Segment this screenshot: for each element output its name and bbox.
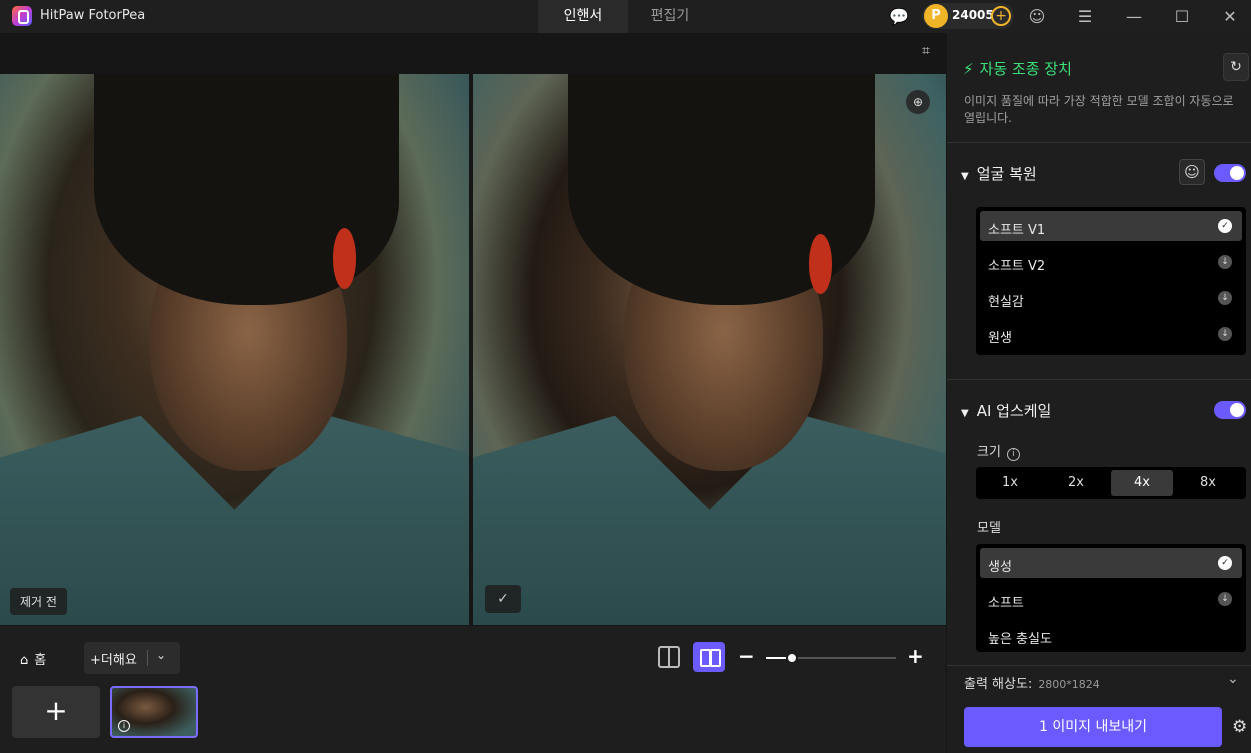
autopilot-title: ⚡ 자동 조종 장치: [963, 60, 1072, 78]
list-item[interactable]: 소프트 ↓: [980, 584, 1242, 614]
download-icon[interactable]: ↓: [1218, 291, 1232, 305]
caret-down-icon: ▼: [961, 171, 969, 182]
bottom-bar: ⌂ 홈 +더해요 ⌄ − + + i: [0, 626, 946, 753]
size-option-4x[interactable]: 4x: [1111, 470, 1173, 496]
side-by-side-view-icon[interactable]: [693, 642, 725, 672]
size-option-2x[interactable]: 2x: [1045, 470, 1107, 496]
size-option-1x[interactable]: 1x: [979, 470, 1041, 496]
check-icon: ✓: [1218, 219, 1232, 233]
autopilot-description: 이미지 품질에 따라 가장 적합한 모델 조합이 자동으로 열립니다.: [964, 94, 1234, 125]
export-button[interactable]: 1 이미지 내보내기: [964, 707, 1222, 747]
maximize-icon[interactable]: ☐: [1171, 6, 1193, 28]
download-icon[interactable]: ↓: [1218, 255, 1232, 269]
app-title: HitPaw FotorPea: [40, 8, 146, 23]
image-thumbnail[interactable]: i: [110, 686, 198, 738]
zoom-in-button[interactable]: +: [907, 644, 924, 668]
home-icon: ⌂: [20, 653, 29, 668]
add-more-button[interactable]: +더해요 ⌄: [84, 642, 180, 674]
face-restore-toggle[interactable]: [1214, 164, 1246, 182]
zoom-in-icon[interactable]: ⊕: [906, 90, 930, 114]
list-item[interactable]: 소프트 V1 ✓: [980, 211, 1242, 241]
gear-icon[interactable]: ⚙: [1232, 717, 1247, 737]
tab-editor[interactable]: 편집기: [628, 0, 712, 33]
zoom-out-button[interactable]: −: [738, 644, 755, 668]
zoom-slider[interactable]: [766, 652, 896, 664]
list-item[interactable]: 생성 ✓: [980, 548, 1242, 578]
add-image-button[interactable]: +: [12, 686, 100, 738]
list-item[interactable]: 소프트 V2 ↓: [980, 247, 1242, 277]
split-view-icon[interactable]: [658, 646, 680, 668]
add-more-label: +더해요: [90, 653, 137, 668]
resolution-value: 2800*1824: [1038, 678, 1100, 691]
list-item[interactable]: 높은 충실도: [980, 620, 1242, 650]
check-icon: ✓: [1218, 556, 1232, 570]
bolt-icon: ⚡: [963, 60, 974, 78]
size-selector: 1x 2x 4x 8x: [976, 467, 1246, 499]
title-bar: HitPaw FotorPea 인핸서 편집기 💬 P 24005 + ☺ ☰ …: [0, 0, 1251, 33]
chevron-down-icon[interactable]: ⌄: [156, 648, 166, 662]
size-option-8x[interactable]: 8x: [1177, 470, 1239, 496]
minimize-icon[interactable]: —: [1123, 6, 1145, 28]
size-label: 크기 i: [977, 441, 1020, 461]
info-icon[interactable]: i: [118, 720, 130, 732]
list-item[interactable]: 원생 ↓: [980, 319, 1242, 349]
home-label: 홈: [34, 653, 47, 668]
after-image: ⊕ ✓: [473, 74, 946, 625]
refresh-button[interactable]: ↻: [1223, 53, 1249, 81]
before-label: 제거 전: [10, 588, 67, 615]
face-model-list: 소프트 V1 ✓ 소프트 V2 ↓ 현실감 ↓ 원생 ↓: [976, 207, 1246, 355]
double-chevron-down-icon[interactable]: ⌄: [1227, 671, 1239, 687]
coin-count: 24005: [952, 8, 994, 22]
before-image: 제거 전: [0, 74, 469, 625]
home-button[interactable]: ⌂ 홈: [20, 649, 46, 668]
face-restore-header[interactable]: ▼ 얼굴 복원: [961, 163, 1037, 184]
output-resolution: 출력 해상도: 2800*1824: [964, 677, 1100, 692]
profile-icon[interactable]: ☺: [1026, 6, 1048, 28]
upscale-model-list: 생성 ✓ 소프트 ↓ 높은 충실도: [976, 544, 1246, 652]
feedback-icon[interactable]: 💬: [888, 6, 910, 28]
coin-icon: P: [924, 4, 948, 28]
app-logo-icon: [12, 6, 32, 26]
download-icon[interactable]: ↓: [1218, 592, 1232, 606]
settings-panel: ⚡ 자동 조종 장치 ↻ 이미지 품질에 따라 가장 적합한 모델 조합이 자동으…: [947, 33, 1251, 753]
menu-icon[interactable]: ☰: [1074, 6, 1096, 28]
list-item[interactable]: 현실감 ↓: [980, 283, 1242, 313]
download-icon[interactable]: ↓: [1218, 327, 1232, 341]
crop-icon[interactable]: ⌗: [917, 43, 935, 61]
face-icon[interactable]: ☺: [1179, 159, 1205, 185]
add-coins-icon[interactable]: +: [991, 6, 1011, 26]
coin-balance[interactable]: P 24005 +: [922, 3, 1014, 29]
zoom-slider-thumb[interactable]: [786, 652, 798, 664]
ai-upscale-toggle[interactable]: [1214, 401, 1246, 419]
close-icon[interactable]: ✕: [1219, 6, 1241, 28]
info-icon[interactable]: i: [1006, 448, 1020, 461]
canvas-area: ⌗ 제거 전 ⊕ ✓: [0, 33, 946, 626]
model-label: 모델: [977, 521, 1001, 536]
caret-down-icon: ▼: [961, 408, 969, 419]
tab-enhancer[interactable]: 인핸서: [538, 0, 628, 33]
ai-upscale-header[interactable]: ▼ AI 업스케일: [961, 400, 1051, 421]
after-check-icon[interactable]: ✓: [485, 585, 521, 613]
